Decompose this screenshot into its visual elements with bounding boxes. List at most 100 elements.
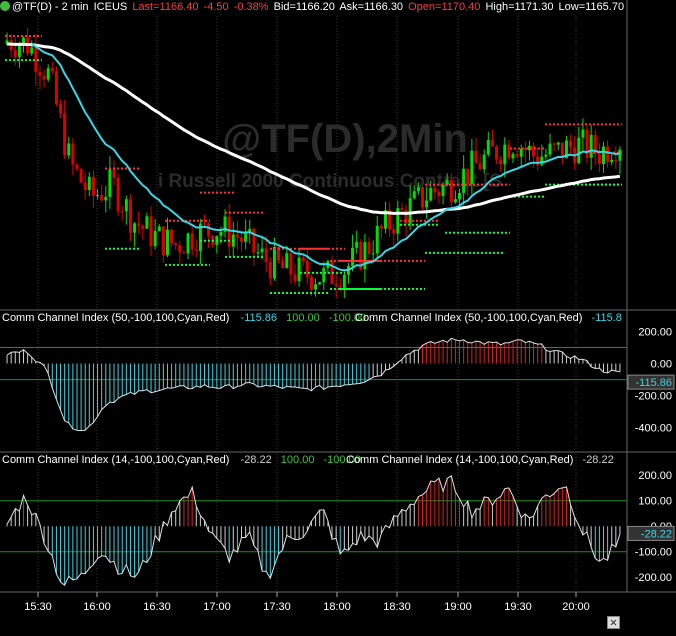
price-candle [178,245,182,253]
price-candle [597,154,601,165]
price-candle [91,176,95,196]
price-candle [482,154,486,170]
price-candle [54,71,58,105]
price-candle [490,139,494,147]
time-axis-label: 18:30 [383,601,411,613]
price-candle [503,144,507,165]
time-axis-label: 20:00 [562,601,590,613]
price-candle [552,143,556,145]
price-candle [149,216,153,247]
price-candle [532,145,536,157]
open-price: Open=1170.40 [408,1,481,13]
exchange-label: ICEUS [93,1,128,13]
cci50-label: Comm Channel Index (50,-100,100,Cyan,Red… [2,312,366,324]
price-candle [507,144,511,159]
price-candle [17,45,21,57]
price-candle [610,159,614,163]
price-candle [495,146,499,160]
price-candle [375,225,379,254]
price-candle [421,187,425,208]
price-candle [334,283,338,286]
ask-price: Ask=1166.30 [339,1,404,13]
low-price: Low=1165.70 [558,1,625,13]
price-candle [462,168,466,193]
price-candle [433,188,437,193]
price-candle [240,237,244,242]
price-candle [601,146,605,165]
cci-axis-label: -100.00 [635,547,672,559]
cci14-label: Comm Channel Index (14,-100,100,Cyan,Red… [2,454,361,466]
price-candle [441,185,445,197]
price-candle [544,154,548,157]
price-candle [13,50,17,57]
price-candle [83,182,87,191]
price-candle [618,149,622,161]
price-candle [133,223,137,233]
cci-axis-label: -200.00 [635,572,672,584]
price-candle [342,274,346,288]
symbol-label[interactable]: @TF(D) - 2 min [12,1,89,13]
price-candle [157,226,161,232]
price-candle [470,150,474,184]
price-candle [556,142,560,145]
price-candle [67,143,71,156]
cci50-value: -115.86 [240,312,278,324]
price-candle [190,233,194,250]
price-candle [400,208,404,210]
scroll-to-end-icon[interactable] [607,616,620,629]
price-candle [165,229,169,256]
time-axis-label: 15:30 [24,601,52,613]
cci14-value: -28.22 [240,454,272,466]
time-axis-label: 17:00 [203,601,231,613]
cci-axis-label: 200.00 [638,470,672,482]
price-candle [264,248,268,263]
price-candle [289,253,293,275]
price-candle [281,260,285,269]
price-candle [260,248,264,253]
price-candle [351,247,355,267]
price-candle [577,137,581,164]
time-axis-label: 19:30 [504,601,532,613]
price-candle [318,282,322,285]
price-candle [581,129,585,138]
change-pct: -0.38% [233,1,269,13]
price-candle [71,143,75,165]
price-candle [548,143,552,155]
price-candle [437,192,441,197]
price-candle [194,249,198,252]
price-candle [50,68,54,72]
price-candle [128,199,132,233]
price-candle [297,257,301,282]
chart-window[interactable]: @TF(D),2Min i Russell 2000 Continuous Co… [0,0,676,631]
price-candle [268,262,272,279]
bid-price: Bid=1166.20 [273,1,335,13]
price-candle [59,104,63,114]
price-candle [540,156,544,165]
time-axis-label: 17:30 [263,601,291,613]
price-candle [511,154,515,159]
price-candle [186,233,190,254]
price-candle [322,268,326,283]
price-candle [100,195,104,201]
price-panel[interactable] [5,28,622,299]
cci50-title: Comm Channel Index (50,-100,100,Cyan,Red… [2,312,230,324]
price-candle [96,195,100,197]
time-axis-label: 16:00 [83,601,111,613]
grid-lines [0,0,676,593]
price-candle [515,154,519,157]
cci14-label-2: Comm Channel Index (14,-100,100,Cyan,Red… [346,454,614,466]
price-candle [219,231,223,237]
price-candle [589,134,593,158]
cci50-value-2: -115.8 [591,312,622,324]
price-candle [429,188,433,201]
price-candle [371,253,375,255]
cci-line [6,474,621,586]
watermark-title: @TF(D),2Min [222,117,468,161]
price-candle [202,223,206,225]
price-candle [392,229,396,234]
time-axis-label: 19:00 [444,601,472,613]
price-candle [338,285,342,288]
price-candle [235,234,239,238]
cci-axis-label: -200.00 [635,391,672,403]
last-price: Last=1166.40 [132,1,199,13]
